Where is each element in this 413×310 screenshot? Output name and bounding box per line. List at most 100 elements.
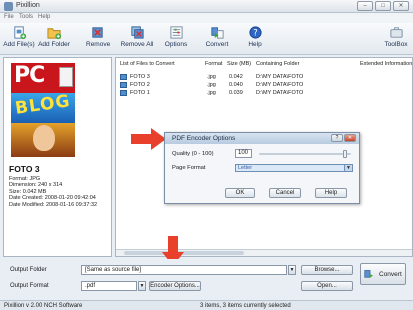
file-name: FOTO 3 bbox=[130, 74, 150, 80]
quality-slider-thumb[interactable] bbox=[343, 150, 347, 158]
output-folder-input[interactable]: [Same as source file] bbox=[81, 265, 287, 275]
image-file-icon bbox=[120, 90, 127, 96]
minimize-button[interactable]: – bbox=[357, 1, 373, 11]
output-format-label: Output Format bbox=[10, 283, 49, 289]
encoder-options-button[interactable]: Encoder Options... bbox=[149, 281, 201, 291]
convert-label: Convert bbox=[379, 271, 402, 278]
convert-toolbar-label: Convert bbox=[205, 41, 229, 48]
options-icon bbox=[169, 26, 183, 39]
page-format-value: Letter bbox=[238, 165, 253, 171]
close-button[interactable]: ✕ bbox=[393, 1, 409, 11]
file-folder: D:\MY DATA\FOTO bbox=[256, 82, 304, 88]
output-folder-dropdown[interactable]: ▼ bbox=[288, 265, 296, 275]
options-button[interactable]: Options bbox=[163, 23, 189, 55]
window-controls: – □ ✕ bbox=[357, 1, 409, 11]
output-panel: Output Folder [Same as source file] ▼ Br… bbox=[0, 259, 413, 300]
column-header-format[interactable]: Format bbox=[205, 61, 222, 67]
add-folder-button[interactable]: Add Folder bbox=[37, 23, 71, 55]
horizontal-scrollbar[interactable] bbox=[116, 249, 412, 256]
cancel-button[interactable]: Cancel bbox=[269, 188, 301, 198]
file-format: .jpg bbox=[207, 90, 216, 96]
remove-all-icon bbox=[130, 26, 144, 39]
remove-all-label: Remove All bbox=[120, 41, 154, 48]
cover-title: PC bbox=[14, 63, 45, 88]
file-format: .jpg bbox=[207, 74, 216, 80]
quality-input[interactable]: 100 bbox=[235, 149, 252, 158]
convert-toolbar-button[interactable]: Convert bbox=[204, 23, 230, 55]
page-format-select[interactable]: Letter ▼ bbox=[235, 164, 353, 172]
help-label: Help bbox=[248, 41, 262, 48]
file-folder: D:\MY DATA\FOTO bbox=[256, 90, 304, 96]
maximize-button[interactable]: □ bbox=[375, 1, 391, 11]
file-size: 0.042 bbox=[229, 74, 243, 80]
toolbox-button[interactable]: ToolBox bbox=[382, 23, 410, 55]
quality-label: Quality (0 - 100) bbox=[172, 151, 214, 157]
browse-button[interactable]: Browse... bbox=[301, 265, 353, 275]
file-folder: D:\MY DATA\FOTO bbox=[256, 74, 304, 80]
pdf-encoder-dialog: PDF Encoder Options ? ✕ Quality (0 - 100… bbox=[164, 132, 360, 204]
file-size: 0.040 bbox=[229, 82, 243, 88]
image-file-icon bbox=[120, 74, 127, 80]
title-bar: Pixillion – □ ✕ bbox=[0, 0, 413, 13]
output-folder-label: Output Folder bbox=[10, 267, 47, 273]
toolbox-label: ToolBox bbox=[384, 41, 408, 48]
table-row[interactable]: FOTO 1 .jpg 0.039 D:\MY DATA\FOTO bbox=[116, 90, 412, 97]
dialog-close-button[interactable]: ✕ bbox=[344, 134, 356, 142]
image-file-icon bbox=[120, 82, 127, 88]
ok-button[interactable]: OK bbox=[225, 188, 255, 198]
dialog-title: PDF Encoder Options bbox=[172, 135, 236, 142]
dialog-title-bar[interactable]: PDF Encoder Options ? ✕ bbox=[165, 133, 359, 144]
preview-panel: PC BLOG bbox=[3, 57, 112, 257]
menu-tools[interactable]: Tools bbox=[19, 14, 33, 20]
convert-icon bbox=[210, 27, 224, 39]
add-file-icon bbox=[13, 26, 26, 40]
toolbox-icon bbox=[389, 27, 403, 38]
quality-slider[interactable] bbox=[259, 150, 351, 158]
open-button[interactable]: Open... bbox=[301, 281, 353, 291]
image-info-modified: Date Modified: 2008-01-16 09:37:32 bbox=[9, 201, 98, 208]
window-title: Pixillion bbox=[16, 2, 40, 9]
output-format-dropdown[interactable]: ▼ bbox=[138, 281, 146, 291]
image-info-title: FOTO 3 bbox=[9, 164, 40, 174]
remove-button[interactable]: Remove bbox=[86, 23, 111, 55]
add-files-button[interactable]: Add File(s) bbox=[2, 23, 36, 55]
file-format: .jpg bbox=[207, 82, 216, 88]
convert-button[interactable]: Convert bbox=[360, 263, 406, 285]
remove-icon bbox=[91, 27, 103, 38]
add-files-label: Add File(s) bbox=[3, 41, 35, 48]
column-header-name[interactable]: List of Files to Convert bbox=[120, 61, 175, 67]
help-dialog-button[interactable]: Help bbox=[315, 188, 347, 198]
image-info-created: Date Created: 2008-01-20 09:42:04 bbox=[9, 195, 96, 202]
menu-help[interactable]: Help bbox=[38, 14, 50, 20]
add-folder-icon bbox=[46, 28, 61, 40]
page-format-label: Page Format bbox=[172, 165, 206, 171]
preview-image: PC BLOG bbox=[11, 63, 75, 157]
cover-inset bbox=[59, 67, 73, 87]
column-header-size[interactable]: Size (MB) bbox=[227, 61, 251, 67]
menu-file[interactable]: File bbox=[4, 14, 14, 20]
table-row[interactable]: FOTO 2 .jpg 0.040 D:\MY DATA\FOTO bbox=[116, 82, 412, 89]
menu-bar: File Tools Help bbox=[0, 13, 413, 23]
help-icon: ? bbox=[248, 26, 262, 39]
red-arrow-right-icon bbox=[131, 128, 166, 150]
output-format-input[interactable]: .pdf bbox=[81, 281, 137, 291]
add-folder-label: Add Folder bbox=[38, 41, 70, 48]
toolbar: Add File(s) Add Folder Remove Remove All bbox=[0, 23, 413, 55]
chevron-down-icon[interactable]: ▼ bbox=[344, 165, 352, 171]
options-label: Options bbox=[164, 41, 188, 48]
column-header-folder[interactable]: Containing Folder bbox=[256, 61, 299, 67]
table-row[interactable]: FOTO 3 .jpg 0.042 D:\MY DATA\FOTO bbox=[116, 74, 412, 81]
scrollbar-thumb[interactable] bbox=[124, 251, 244, 255]
svg-text:?: ? bbox=[253, 27, 257, 37]
file-size: 0.039 bbox=[229, 90, 243, 96]
help-button[interactable]: ? Help bbox=[244, 23, 266, 55]
convert-arrow-icon bbox=[364, 270, 373, 278]
cover-face bbox=[33, 125, 55, 151]
status-selection: 3 items, 3 items currently selected bbox=[200, 303, 291, 309]
status-bar: Pixillion v 2.00 NCH Software 3 items, 3… bbox=[0, 300, 413, 310]
file-name: FOTO 2 bbox=[130, 82, 150, 88]
remove-all-button[interactable]: Remove All bbox=[120, 23, 154, 55]
dialog-help-button[interactable]: ? bbox=[331, 134, 343, 142]
column-header-extended[interactable]: Extended Information bbox=[360, 61, 412, 67]
remove-label: Remove bbox=[86, 41, 111, 48]
